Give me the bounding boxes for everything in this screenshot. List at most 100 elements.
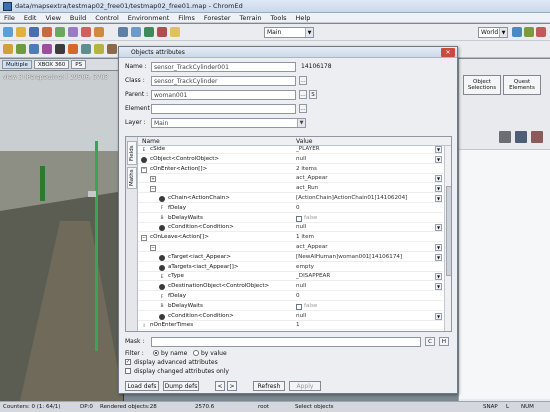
tab-xbox360[interactable]: XBOX 360 <box>33 60 70 69</box>
grid-row[interactable]: cCondition<Condition> null ▼ <box>138 224 443 233</box>
value-checkbox[interactable] <box>296 303 302 310</box>
menu-item-file[interactable]: File <box>4 14 15 22</box>
menu-item-view[interactable]: View <box>45 14 60 22</box>
collapse-icon[interactable]: − <box>150 245 156 251</box>
road-icon[interactable] <box>107 44 117 54</box>
row-value[interactable]: 1 <box>296 322 300 328</box>
row-value[interactable]: null <box>296 224 306 230</box>
display-changed-checkbox[interactable] <box>125 368 131 374</box>
cut-icon[interactable] <box>42 27 52 37</box>
grid-row[interactable]: BbDelayWaits false <box>138 215 443 223</box>
move-icon[interactable] <box>131 27 141 37</box>
mask-h-button[interactable]: H <box>439 337 449 346</box>
grid-scrollbar[interactable] <box>444 146 451 331</box>
load-defs-button[interactable]: Load defs <box>125 381 159 391</box>
layer-combo[interactable]: Main ▼ <box>151 118 306 128</box>
undo-icon[interactable] <box>81 27 91 37</box>
row-value[interactable]: empty <box>296 264 314 270</box>
tab-fields[interactable]: Fields <box>127 141 137 165</box>
collapse-icon[interactable]: − <box>150 186 156 193</box>
apply-button[interactable]: Apply <box>289 381 321 391</box>
sound-icon[interactable] <box>42 44 52 54</box>
axis-icon[interactable] <box>536 27 546 37</box>
open-icon[interactable] <box>16 27 26 37</box>
row-value[interactable]: 0 <box>296 205 300 211</box>
chevron-down-icon[interactable]: ▼ <box>435 155 442 163</box>
forward-button[interactable]: > <box>227 381 237 391</box>
chevron-down-icon[interactable]: ▼ <box>435 175 442 183</box>
grid-row[interactable]: FfDelay 0 <box>138 293 443 302</box>
refresh-button[interactable]: Refresh <box>253 381 285 391</box>
grid-row[interactable]: − cOnEnter<Action[]> 2 items <box>138 166 443 174</box>
menu-item-edit[interactable]: Edit <box>24 14 37 22</box>
close-icon[interactable]: ✕ <box>441 48 455 57</box>
filter-by-name-radio[interactable] <box>153 350 159 356</box>
save-icon[interactable] <box>29 27 39 37</box>
object-selections-button[interactable]: Object Selections <box>463 75 501 95</box>
copy-icon[interactable] <box>55 27 65 37</box>
row-value[interactable]: act_Run <box>296 185 318 191</box>
row-value[interactable]: _DISAPPEAR <box>296 273 330 279</box>
chevron-down-icon[interactable]: ▼ <box>435 253 442 261</box>
column-name[interactable]: Name <box>142 138 160 145</box>
row-value[interactable]: 0 <box>296 293 300 299</box>
grid-row[interactable]: − cOnLeave<Action[]> 1 item <box>138 234 443 243</box>
collapse-icon[interactable]: − <box>141 235 147 242</box>
row-value[interactable]: 2 items <box>296 166 317 172</box>
row-value[interactable]: _PLAYER <box>296 146 320 152</box>
viewport-3d[interactable] <box>0 71 124 401</box>
back-button[interactable]: < <box>215 381 225 391</box>
name-field[interactable]: sensor_TrackCylinder001 <box>151 62 296 72</box>
chevron-down-icon[interactable]: ▼ <box>435 185 442 193</box>
grid-icon[interactable] <box>512 27 522 37</box>
chevron-down-icon[interactable]: ▼ <box>435 273 442 281</box>
snap-icon[interactable] <box>524 27 534 37</box>
filter-by-value-radio[interactable] <box>193 350 199 356</box>
new-icon[interactable] <box>3 27 13 37</box>
mask-c-button[interactable]: C <box>425 337 435 346</box>
grid-row[interactable]: FfDelay 0 <box>138 205 443 213</box>
brush-icon[interactable] <box>499 131 511 143</box>
menu-item-forester[interactable]: Forester <box>204 14 231 22</box>
parent-field[interactable]: woman001 <box>151 90 296 100</box>
element-browse-button[interactable]: … <box>299 104 307 113</box>
row-value[interactable]: [NewAIHuman]woman001[14106174] <box>296 254 402 260</box>
scale-icon[interactable] <box>157 27 167 37</box>
menu-item-films[interactable]: Films <box>178 14 195 22</box>
menu-item-build[interactable]: Build <box>70 14 86 22</box>
row-value[interactable]: 1 item <box>296 234 314 240</box>
menu-item-environment[interactable]: Environment <box>128 14 170 22</box>
grid-row[interactable]: cObject<ControlObject> null ▼ <box>138 155 443 164</box>
select-icon[interactable] <box>118 27 128 37</box>
grid-row[interactable]: cDestinationObject<ControlObject> null ▼ <box>138 283 443 292</box>
menu-item-help[interactable]: Help <box>296 14 311 22</box>
row-value[interactable]: false <box>304 303 317 309</box>
camera-icon[interactable] <box>55 44 65 54</box>
parent-browse-button[interactable]: … <box>299 90 307 99</box>
collapse-icon[interactable]: − <box>141 166 147 173</box>
menu-item-control[interactable]: Control <box>95 14 119 22</box>
terrain-icon[interactable] <box>81 44 91 54</box>
row-value[interactable]: false <box>304 215 317 221</box>
scrollbar-thumb[interactable] <box>446 186 451 276</box>
grid-row[interactable]: cTarget<iact_Appear> [NewAIHuman]woman001… <box>138 253 443 262</box>
eraser-icon[interactable] <box>531 131 543 143</box>
grid-row[interactable]: BbDelayWaits false <box>138 303 443 311</box>
menu-item-terrain[interactable]: Terrain <box>240 14 262 22</box>
grid-row[interactable]: cChain<ActionChain> [ActionChain]ActionCh… <box>138 195 443 204</box>
chevron-down-icon[interactable]: ▼ <box>435 283 442 291</box>
row-value[interactable]: null <box>296 283 306 289</box>
grid-row[interactable]: InOnEnterTimes 1 <box>138 322 443 331</box>
chevron-down-icon[interactable]: ▼ <box>435 312 442 320</box>
tree-icon[interactable] <box>16 44 26 54</box>
rotate-icon[interactable] <box>144 27 154 37</box>
parent-select-button[interactable]: S <box>309 90 317 99</box>
world-combo[interactable]: World ▼ <box>478 27 508 38</box>
column-value[interactable]: Value <box>296 138 312 145</box>
grid-row[interactable]: EcSide _PLAYER ▼ <box>138 146 443 155</box>
paint-icon[interactable] <box>515 131 527 143</box>
value-checkbox[interactable] <box>296 215 302 222</box>
display-advanced-checkbox[interactable]: ✓ <box>125 359 131 365</box>
tab-maths[interactable]: Maths <box>127 167 137 189</box>
grid-row[interactable]: EcType _DISAPPEAR ▼ <box>138 273 443 282</box>
